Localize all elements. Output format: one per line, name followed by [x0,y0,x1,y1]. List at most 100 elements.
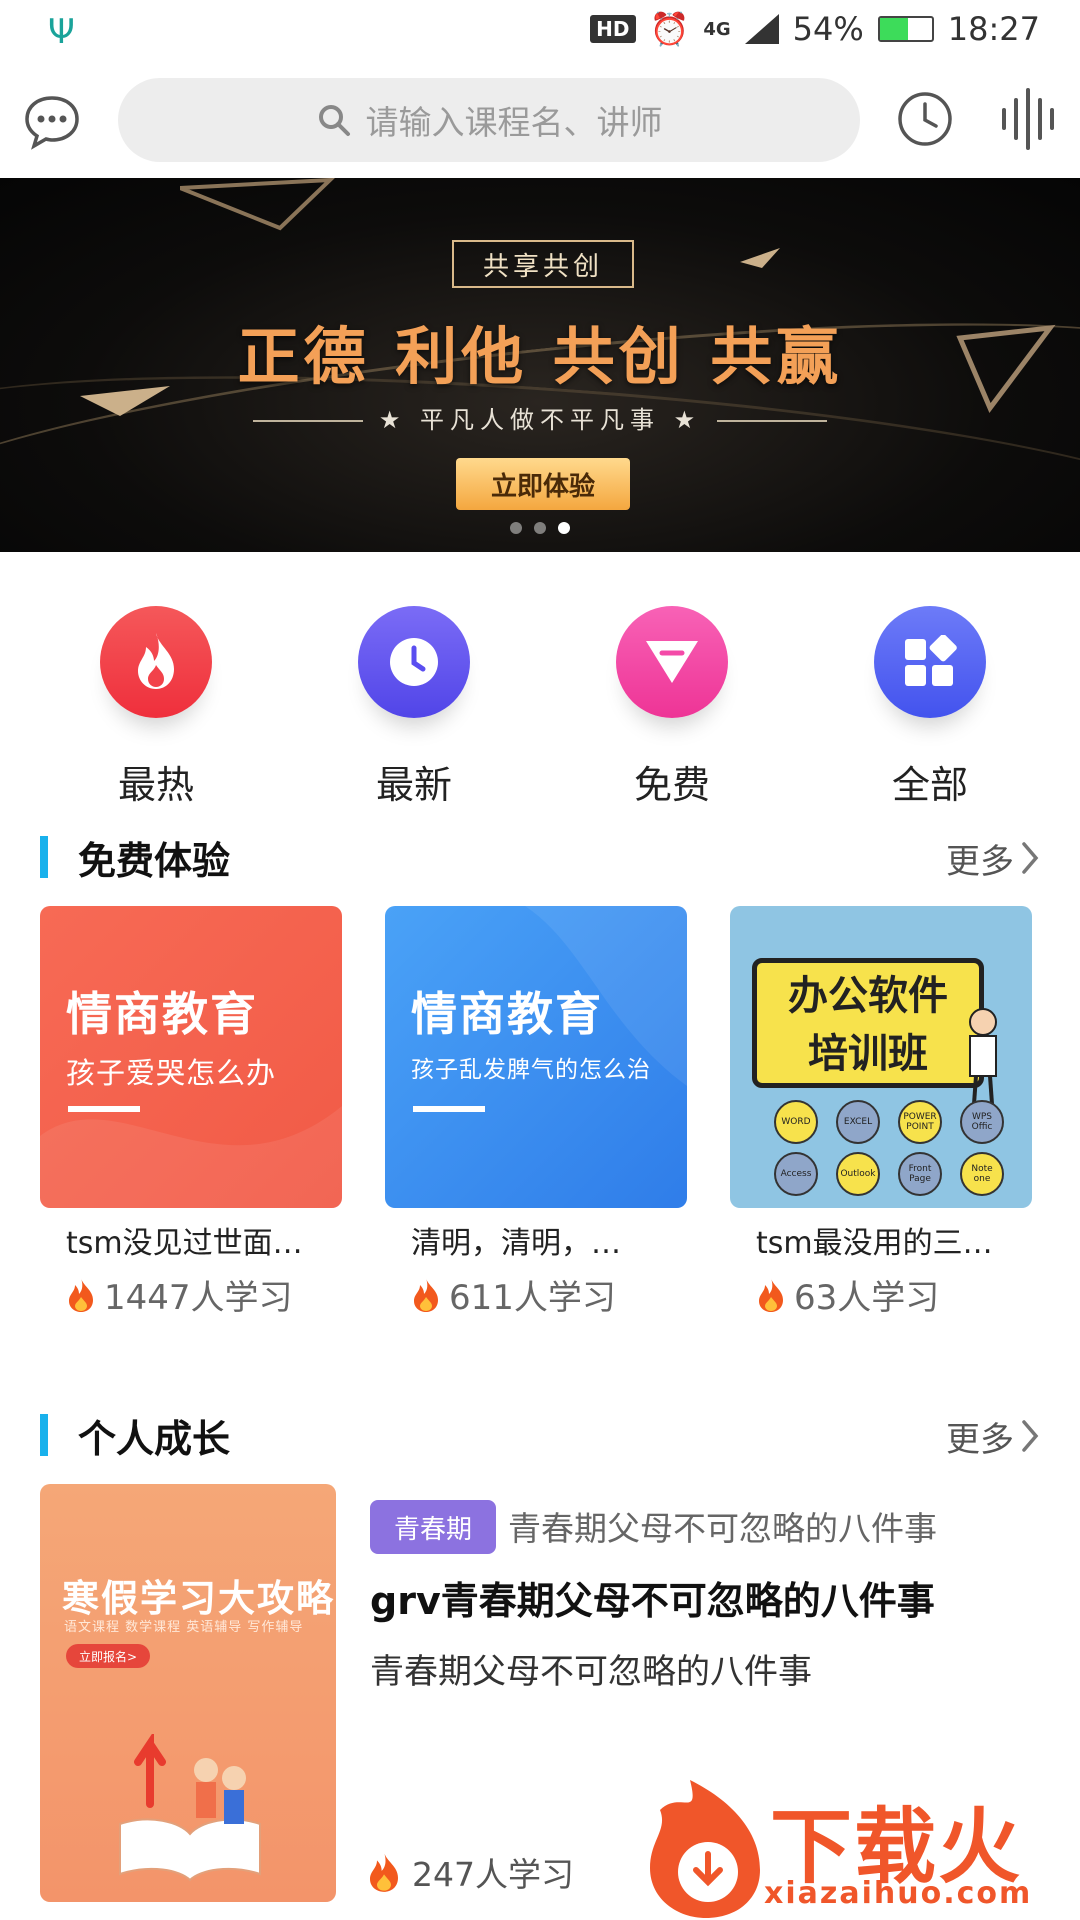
network-label: 4G [703,18,731,40]
pager-dot[interactable] [510,522,522,534]
course-thumbnail[interactable]: 寒假学习大攻略 语文课程 数学课程 英语辅导 写作辅导 立即报名> [40,1484,336,1902]
learner-count: 247人学习 [412,1855,574,1894]
software-bubble: WPS Offic [960,1100,1004,1144]
category-new[interactable]: 最新 [314,596,514,809]
book-illustration [119,1734,261,1882]
category-label: 免费 [633,763,710,807]
learner-count: 611人学习 [449,1278,616,1318]
category-all[interactable]: 全部 [830,596,1030,809]
category-row: 最热 最新 免费 全部 [0,596,1080,809]
course-name: tsm没见过世面… [66,1226,303,1261]
search-placeholder: 请输入课程名、讲师 [365,103,663,142]
thumbnail-subtitle: 孩子爱哭怎么办 [66,1056,277,1090]
battery-percent: 54% [792,10,864,48]
learner-count: 63人学习 [794,1278,940,1318]
promo-banner[interactable]: 共享共创 正德 利他 共创 共赢 ★ 平凡人做不平凡事 ★ 立即体验 [0,178,1080,552]
category-tag[interactable]: 青春期 [370,1500,497,1554]
course-card[interactable]: 情商教育 孩子乱发脾气的怎么治 清明，清明，… 611人学习 [385,906,687,1319]
software-bubble: Access [774,1152,818,1196]
course-card[interactable]: 办公软件 培训班 WORD EXCEL POWER POINT WPS Offi… [730,906,1032,1319]
category-label: 全部 [891,763,968,807]
pager-dot-active[interactable] [558,522,570,534]
message-icon[interactable] [22,92,82,152]
thumbnail-signup-button: 立即报名> [66,1644,150,1668]
fire-icon [69,1277,93,1312]
top-bar: 请输入课程名、讲师 [0,72,1080,172]
person-illustration [969,1008,997,1105]
thumbnail-title-line: 办公软件 [788,973,948,1019]
voice-icon[interactable] [998,88,1062,150]
thumbnail-underline [68,1106,140,1112]
chevron-right-icon[interactable] [1020,1418,1040,1454]
chevron-right-icon[interactable] [1020,840,1040,876]
course-thumbnail: 情商教育 孩子爱哭怎么办 [40,906,342,1208]
fire-icon [370,1852,398,1892]
software-bubble: Front Page [898,1152,942,1196]
status-icons: HD ⏰ 4G 54% 18:27 [590,10,1040,48]
banner-cta-button[interactable]: 立即体验 [456,458,630,510]
software-bubble: EXCEL [836,1100,880,1144]
course-name: 清明，清明，… [411,1226,621,1261]
software-bubble: POWER POINT [898,1100,942,1144]
software-bubble: WORD [774,1100,818,1144]
watermark-logo-icon [650,1780,760,1918]
fire-icon [759,1277,783,1312]
course-description: 青春期父母不可忽略的八件事 [370,1652,812,1692]
grid-icon [874,606,986,718]
more-link[interactable]: 更多 [946,834,1014,883]
course-name: tsm最没用的三… [756,1226,993,1261]
learner-count-row: 1447人学习 [40,1270,342,1319]
category-free[interactable]: 免费 [572,596,772,809]
course-title[interactable]: grv青春期父母不可忽略的八件事 [370,1570,935,1625]
history-clock-icon[interactable] [896,90,954,148]
triangle-decoration [180,178,335,231]
section-accent-bar [40,836,48,878]
growth-section-header: 个人成长 更多 [0,1404,1080,1464]
watermark: 下载火 xiazaihuo.com [640,1780,1080,1920]
thumbnail-subtitle: 语文课程 数学课程 英语辅导 写作辅导 [64,1620,304,1635]
fire-icon [414,1277,438,1312]
search-icon [318,105,350,136]
thumbnail-subtitle: 孩子乱发脾气的怎么治 [411,1057,651,1083]
section-accent-bar [40,1414,48,1456]
learner-count: 1447人学习 [104,1278,293,1318]
thumbnail-title: 办公软件 培训班 [752,958,984,1088]
battery-icon [877,16,934,42]
category-hot[interactable]: 最热 [56,596,256,809]
software-bubble: Outlook [836,1152,880,1196]
watermark-url: xiazaihuo.com [764,1876,1033,1911]
banner-tag: 共享共创 [452,240,634,288]
banner-subtitle-row: ★ 平凡人做不平凡事 ★ [0,400,1080,435]
thumbnail-title: 情商教育 [411,987,603,1041]
signal-icon [744,14,779,44]
pager-dot[interactable] [534,522,546,534]
trident-icon: Ψ [48,12,75,52]
software-bubble: Note one [960,1152,1004,1196]
thumbnail-title: 情商教育 [66,987,258,1041]
learner-count-row: 63人学习 [730,1270,1032,1319]
diamond-icon [616,606,728,718]
paper-plane-decoration [740,248,780,268]
search-input[interactable]: 请输入课程名、讲师 [118,78,860,162]
course-subtitle: 青春期父母不可忽略的八件事 [508,1509,937,1548]
course-card[interactable]: 情商教育 孩子爱哭怎么办 tsm没见过世面… 1447人学习 [40,906,342,1319]
battery-fill [879,18,908,40]
category-label: 最新 [375,763,452,807]
banner-pager [0,522,1080,534]
alarm-icon: ⏰ [649,10,690,48]
thumbnail-title-line: 培训班 [808,1031,928,1077]
thumbnail-underline [413,1106,485,1112]
course-thumbnail: 情商教育 孩子乱发脾气的怎么治 [385,906,687,1208]
clock-icon [358,606,470,718]
course-thumbnail: 办公软件 培训班 WORD EXCEL POWER POINT WPS Offi… [730,906,1032,1208]
hd-badge: HD [590,15,636,43]
learner-count-row: 611人学习 [385,1270,687,1319]
more-link[interactable]: 更多 [946,1412,1014,1461]
learner-count-row: 247人学习 [366,1848,574,1896]
banner-title: 正德 利他 共创 共赢 [237,320,843,393]
section-title: 免费体验 [78,839,231,883]
free-section-header: 免费体验 更多 [0,826,1080,886]
banner-subtitle: ★ 平凡人做不平凡事 ★ [378,406,702,434]
thumbnail-title: 寒假学习大攻略 [62,1577,335,1620]
section-title: 个人成长 [78,1417,231,1461]
